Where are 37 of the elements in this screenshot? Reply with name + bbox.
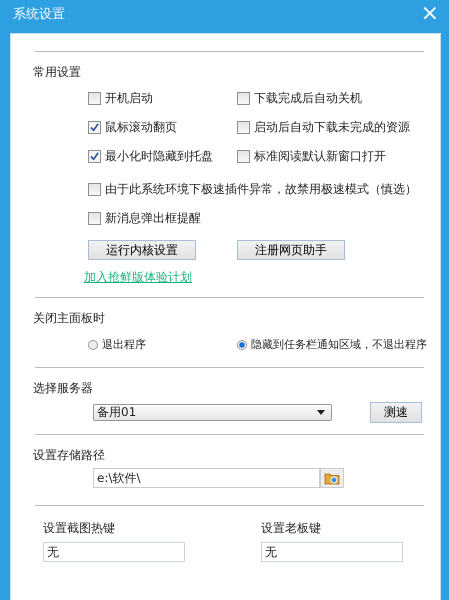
checkbox-label: 新消息弹出框提醒 (105, 210, 201, 227)
action-button[interactable]: 注册网页助手 (237, 240, 345, 260)
checkbox[interactable] (237, 150, 250, 163)
checkbox[interactable] (88, 150, 101, 163)
action-button[interactable]: 运行内核设置 (88, 240, 196, 260)
section-heading: 关闭主面板时 (33, 310, 106, 327)
section-heading: 常用设置 (33, 64, 82, 81)
section-heading: 选择服务器 (33, 380, 94, 397)
field-label: 设置截图热键 (43, 520, 116, 537)
folder-icon (324, 471, 340, 485)
window-title: 系统设置 (13, 6, 65, 23)
checkbox-label: 下载完成后自动关机 (254, 90, 362, 107)
checkbox[interactable] (88, 212, 101, 225)
speed-test-button[interactable]: 测速 (370, 402, 422, 423)
browse-button[interactable] (320, 468, 344, 488)
checkbox-label: 标准阅读默认新窗口打开 (254, 148, 386, 165)
section-heading: 设置存储路径 (33, 447, 106, 464)
checkbox-label: 最小化时隐藏到托盘 (105, 148, 213, 165)
hotkey-field[interactable]: 无 (261, 542, 403, 562)
checkbox[interactable] (237, 121, 250, 134)
radio-button[interactable] (88, 340, 98, 350)
hotkey-field[interactable]: 无 (43, 542, 185, 562)
radio-label: 隐藏到任务栏通知区域，不退出程序 (251, 337, 427, 352)
checkbox[interactable] (237, 92, 250, 105)
checkbox-label: 开机启动 (105, 90, 153, 107)
path-field[interactable]: e:\软件\ (93, 468, 320, 488)
checkbox[interactable] (88, 183, 101, 196)
checkbox-label: 启动后自动下载未完成的资源 (254, 119, 410, 136)
checkbox-label: 由于此系统环境下极速插件异常，故禁用极速模式（慎选） (105, 181, 417, 198)
checkbox-label: 鼠标滚动翻页 (105, 119, 177, 136)
field-label: 设置老板键 (261, 520, 322, 537)
checkbox[interactable] (88, 92, 101, 105)
server-dropdown[interactable]: 备用01 (93, 404, 332, 421)
caret-icon (317, 410, 325, 415)
radio-label: 退出程序 (102, 337, 146, 352)
checkbox[interactable] (88, 121, 101, 134)
radio-button[interactable] (237, 340, 247, 350)
